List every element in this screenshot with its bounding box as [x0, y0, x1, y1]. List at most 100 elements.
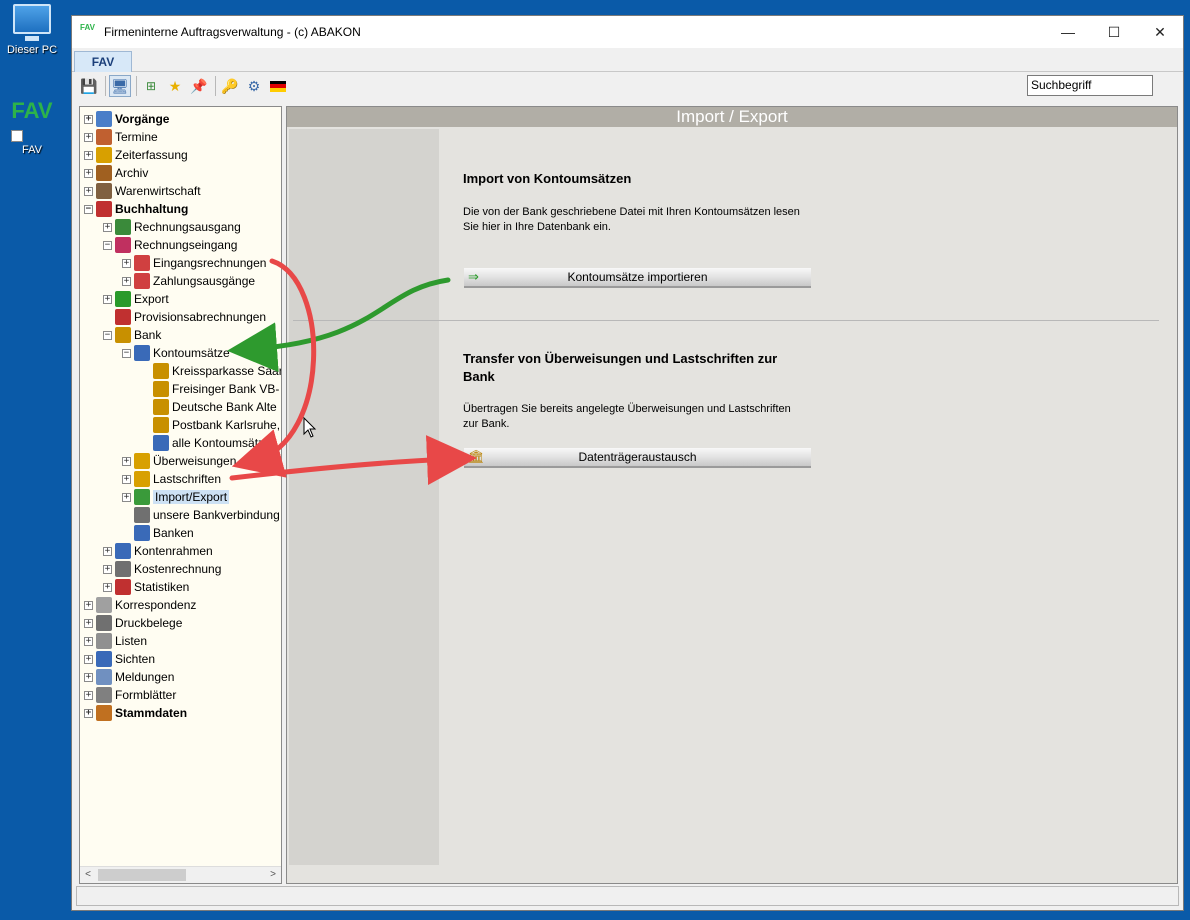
- tree-item[interactable]: Postbank Karlsruhe,: [141, 416, 280, 434]
- tree-expander-icon[interactable]: +: [122, 474, 131, 484]
- tree-item[interactable]: + Warenwirtschaft: [84, 182, 201, 200]
- tree-item-label: Freisinger Bank VB-: [172, 382, 280, 396]
- tree-item[interactable]: − Bank: [103, 326, 161, 344]
- house-icon: [96, 705, 112, 721]
- tree-item[interactable]: + Archiv: [84, 164, 148, 182]
- tree-expander-icon[interactable]: −: [122, 348, 131, 358]
- tree-item[interactable]: + Sichten: [84, 650, 155, 668]
- tree-item[interactable]: + Druckbelege: [84, 614, 182, 632]
- tree-expander-icon[interactable]: +: [103, 222, 112, 232]
- tree-expander-icon[interactable]: +: [122, 456, 131, 466]
- bank-icon: [134, 525, 150, 541]
- tree-expander-icon[interactable]: +: [103, 582, 112, 592]
- tree-expander-icon[interactable]: +: [84, 618, 93, 628]
- tree-item-label: Eingangsrechnungen: [153, 256, 267, 270]
- german-flag-icon[interactable]: [267, 75, 289, 97]
- tree-item[interactable]: + Überweisungen: [122, 452, 236, 470]
- network-icon[interactable]: ⚙: [243, 75, 265, 97]
- tree-item[interactable]: + Eingangsrechnungen: [122, 254, 266, 272]
- tree-expander-icon[interactable]: +: [103, 546, 112, 556]
- desktop-icon-fav[interactable]: FAV FAV: [4, 100, 60, 156]
- tree-expander-icon[interactable]: +: [103, 564, 112, 574]
- tree-expander-icon[interactable]: +: [84, 186, 93, 196]
- desktop-icon-this-pc[interactable]: Dieser PC: [4, 4, 60, 56]
- tree-item[interactable]: Provisionsabrechnungen: [103, 308, 266, 326]
- scroll-left-button[interactable]: <: [80, 867, 96, 883]
- tree-expander-icon[interactable]: +: [84, 690, 93, 700]
- tree-expander-icon[interactable]: +: [122, 276, 131, 286]
- tree-item[interactable]: + Rechnungsausgang: [103, 218, 241, 236]
- tree-item[interactable]: + Formblätter: [84, 686, 176, 704]
- commission-icon: [115, 309, 131, 325]
- tree-icon[interactable]: ⊞: [140, 75, 162, 97]
- tree-item[interactable]: + Meldungen: [84, 668, 174, 686]
- tree-expander-icon[interactable]: +: [84, 114, 93, 124]
- tree-expander-icon[interactable]: +: [84, 150, 93, 160]
- tree-expander-icon[interactable]: +: [84, 132, 93, 142]
- button-label: Datenträgeraustausch: [578, 450, 697, 464]
- title-bar[interactable]: FAV Firmeninterne Auftragsverwaltung - (…: [72, 16, 1183, 48]
- tree-item[interactable]: + Termine: [84, 128, 158, 146]
- navigation-tree[interactable]: + Vorgänge + Termine + Zeiterfassung + Archiv + W…: [79, 106, 282, 884]
- tree-expander-icon[interactable]: +: [122, 492, 131, 502]
- tree-expander-icon[interactable]: −: [103, 240, 112, 250]
- tree-item[interactable]: Kreissparkasse Saarl: [141, 362, 281, 380]
- scroll-thumb[interactable]: [98, 869, 186, 881]
- tree-item[interactable]: Deutsche Bank Alte: [141, 398, 277, 416]
- tree-item[interactable]: + Stammdaten: [84, 704, 187, 722]
- import-kontoumsaetze-button[interactable]: ⇒ Kontoumsätze importieren: [464, 268, 811, 288]
- shortcut-arrow-icon: [11, 130, 23, 142]
- payment-icon: [134, 273, 150, 289]
- monitor-icon[interactable]: 🖥: [109, 75, 131, 97]
- tree-expander-icon[interactable]: +: [84, 708, 93, 718]
- tree-item[interactable]: alle Kontoumsätze: [141, 434, 271, 452]
- tree-item-label: Archiv: [115, 166, 149, 180]
- status-bar: [76, 886, 1179, 906]
- toolbar-separator: [215, 76, 216, 96]
- tree-item[interactable]: + Korrespondenz: [84, 596, 196, 614]
- tree-expander-icon[interactable]: −: [84, 204, 93, 214]
- star-icon[interactable]: ★: [164, 75, 186, 97]
- tree-expander-icon[interactable]: −: [103, 330, 112, 340]
- close-button[interactable]: ✕: [1137, 16, 1183, 48]
- search-input[interactable]: Suchbegriff: [1027, 75, 1153, 96]
- tree-expander-icon[interactable]: +: [84, 168, 93, 178]
- horizontal-scrollbar[interactable]: < >: [80, 866, 281, 883]
- tree-item[interactable]: unsere Bankverbindung: [122, 506, 280, 524]
- tree-item[interactable]: − Buchhaltung: [84, 200, 188, 218]
- archive-icon: [96, 165, 112, 181]
- pin-icon[interactable]: 📌: [188, 75, 210, 97]
- tree-item[interactable]: + Listen: [84, 632, 147, 650]
- save-icon[interactable]: 💾: [78, 75, 100, 97]
- tree-item-label: Formblätter: [115, 688, 177, 702]
- tree-item[interactable]: + Statistiken: [103, 578, 189, 596]
- tree-item[interactable]: + Kontenrahmen: [103, 542, 213, 560]
- calendar-icon: [96, 129, 112, 145]
- scroll-right-button[interactable]: >: [265, 867, 281, 883]
- section-text-transfer: Übertragen Sie bereits angelegte Überwei…: [463, 403, 791, 430]
- tree-item[interactable]: − Kontoumsätze: [122, 344, 230, 362]
- tree-expander-icon[interactable]: +: [103, 294, 112, 304]
- tree-item[interactable]: + Vorgänge: [84, 110, 169, 128]
- tree-item[interactable]: Freisinger Bank VB-: [141, 380, 279, 398]
- tree-item-label: Rechnungsausgang: [134, 220, 241, 234]
- tree-expander-icon[interactable]: +: [84, 600, 93, 610]
- tree-item[interactable]: Banken: [122, 524, 194, 542]
- tab-fav[interactable]: FAV: [74, 51, 132, 72]
- tree-expander-icon[interactable]: +: [122, 258, 131, 268]
- tree-item[interactable]: + Zeiterfassung: [84, 146, 188, 164]
- maximize-button[interactable]: ☐: [1091, 16, 1137, 48]
- tree-item[interactable]: + Kostenrechnung: [103, 560, 221, 578]
- tree-item[interactable]: + Zahlungsausgänge: [122, 272, 255, 290]
- key-icon[interactable]: 🔑: [219, 75, 241, 97]
- datentraegeraustausch-button[interactable]: 🏛 Datenträgeraustausch: [464, 448, 811, 468]
- tree-item-label: Zeiterfassung: [115, 148, 188, 162]
- tree-expander-icon[interactable]: +: [84, 672, 93, 682]
- minimize-button[interactable]: —: [1045, 16, 1091, 48]
- tree-expander-icon[interactable]: +: [84, 636, 93, 646]
- tree-item[interactable]: + Export: [103, 290, 169, 308]
- tree-item[interactable]: + Import/Export: [122, 488, 230, 506]
- tree-expander-icon[interactable]: +: [84, 654, 93, 664]
- tree-item[interactable]: + Lastschriften: [122, 470, 221, 488]
- tree-item[interactable]: − Rechnungseingang: [103, 236, 237, 254]
